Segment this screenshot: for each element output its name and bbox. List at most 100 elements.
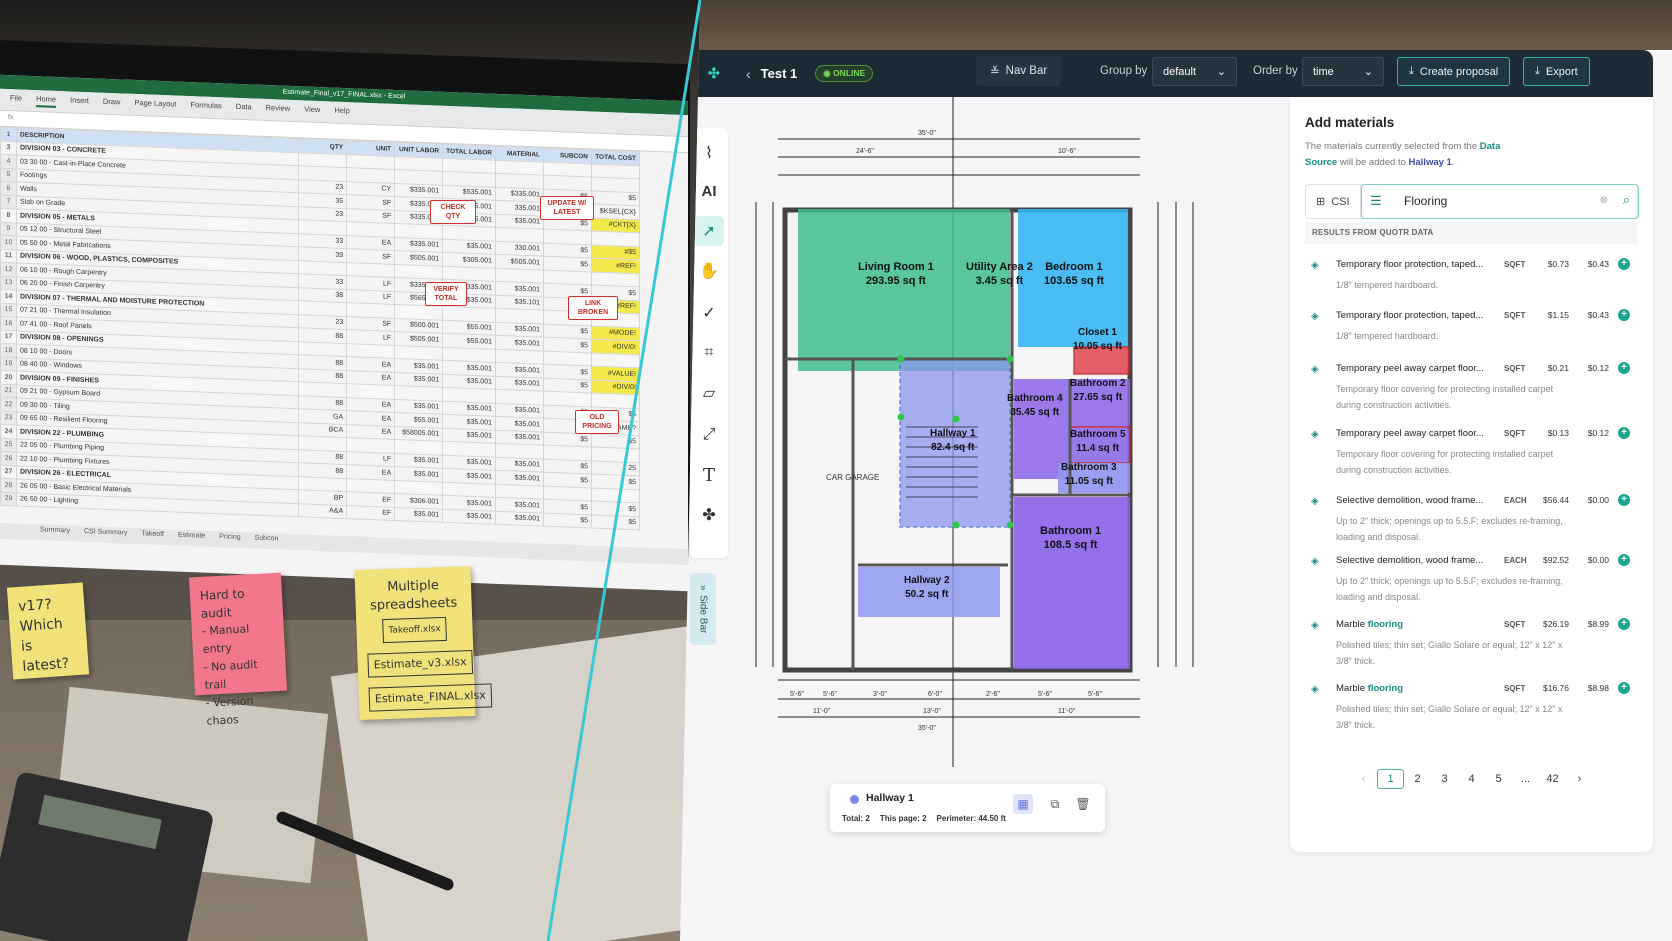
materials-icon[interactable]: ▦ — [1013, 794, 1033, 814]
sticky-note-spreadsheets: Multiple spreadsheets Takeoff.xlsx Estim… — [354, 566, 493, 720]
page-1[interactable]: 1 — [1377, 769, 1404, 789]
check-circle-icon[interactable]: ✓ — [694, 298, 724, 328]
download-icon: ⤓ — [1535, 65, 1540, 77]
callout-old-pricing: OLD PRICING — [575, 410, 619, 434]
row-number: 29 — [0, 491, 17, 506]
next-page-chevron-icon[interactable]: › — [1566, 769, 1593, 789]
csi-toggle[interactable]: ⊞ CSI — [1306, 185, 1361, 218]
page-ellipsis: ... — [1520, 773, 1531, 785]
export-button[interactable]: ⤓ Export — [1523, 57, 1590, 86]
attach-tool-icon[interactable]: ⌇ — [694, 138, 724, 168]
svg-text:3'-0": 3'-0" — [873, 691, 887, 698]
clear-icon[interactable]: ⊗ — [1600, 195, 1608, 206]
row-number: 5 — [0, 167, 17, 182]
scale-arrow-icon[interactable]: ⤢ — [694, 420, 724, 450]
material-name-text: Temporary floor protection, taped... — [1336, 310, 1484, 321]
ai-tool-icon[interactable]: AI — [694, 176, 724, 206]
chevrons-icon: ≚ — [990, 66, 1000, 78]
csi-label: CSI — [1331, 195, 1350, 208]
select-tool-icon[interactable]: ➚ — [694, 216, 724, 246]
search-input[interactable]: ☰ Flooring ⊗ ⌕ — [1361, 184, 1639, 219]
add-material-button[interactable]: + — [1618, 427, 1630, 439]
material-price-labor: $0.00 — [1587, 555, 1609, 565]
copy-icon[interactable]: ⧉ — [1045, 794, 1065, 814]
room-name: Hallway 1 — [930, 428, 976, 439]
row-number: 27 — [0, 464, 17, 479]
add-material-button[interactable]: + — [1618, 682, 1630, 694]
material-price-material: $0.21 — [1547, 363, 1569, 373]
row-number: 8 — [0, 208, 17, 223]
row-number: 4 — [0, 154, 17, 169]
add-material-button[interactable]: + — [1618, 554, 1630, 566]
room-name: Closet 1 — [1078, 327, 1117, 338]
material-name: Selective demolition, wood frame... — [1336, 495, 1501, 506]
page-2[interactable]: 2 — [1404, 769, 1431, 789]
page-3[interactable]: 3 — [1431, 769, 1458, 789]
app-logo-icon[interactable]: ✣ — [708, 65, 728, 82]
add-material-button[interactable]: + — [1618, 494, 1630, 506]
svg-text:5'-6": 5'-6" — [1038, 691, 1052, 698]
text-tool-icon[interactable]: T — [694, 460, 724, 490]
selection-name[interactable]: Hallway 1 — [866, 792, 914, 804]
create-proposal-button[interactable]: ⤓ Create proposal — [1397, 57, 1511, 86]
create-proposal-label: Create proposal — [1419, 65, 1499, 78]
material-price-labor: $0.12 — [1587, 363, 1609, 373]
svg-text:13'-0": 13'-0" — [923, 708, 941, 715]
chevron-down-icon: ⌄ — [1216, 66, 1226, 78]
cell-tot: $5 — [591, 514, 640, 530]
desc-text: The materials currently selected from th… — [1305, 141, 1478, 152]
group-by-value: default — [1163, 65, 1197, 78]
material-icon: ◈ — [1311, 311, 1319, 322]
area-crop-icon[interactable]: ⌗ — [694, 338, 724, 368]
floor-plan-canvas[interactable]: 35'-0" 24'-6" 10'-6" 5'-6" 5'-6" 3'-0" 6'-… — [728, 97, 1288, 797]
pan-hand-icon[interactable]: ✋ — [694, 256, 724, 286]
svg-text:35'-0": 35'-0" — [918, 725, 936, 732]
material-price-labor: $8.99 — [1587, 619, 1609, 629]
cell-unit: EF — [346, 505, 395, 521]
row-number: 26 — [0, 451, 17, 466]
material-icon: ◈ — [1311, 429, 1319, 440]
svg-text:5'-6": 5'-6" — [790, 691, 804, 698]
prev-page-chevron-icon[interactable]: ‹ — [1350, 769, 1377, 789]
material-description: Up to 2" thick; openings up to 5.5.F; ex… — [1336, 576, 1563, 602]
page-42[interactable]: 42 — [1539, 769, 1566, 789]
order-by-select[interactable]: time ⌄ — [1302, 57, 1384, 86]
page-4[interactable]: 4 — [1458, 769, 1485, 789]
page-5[interactable]: 5 — [1485, 769, 1512, 789]
note-file: Takeoff.xlsx — [381, 616, 448, 644]
trash-icon[interactable]: 🗑 — [1073, 794, 1093, 814]
material-price-material: $0.13 — [1547, 428, 1569, 438]
back-chevron-icon[interactable]: ‹ — [746, 66, 751, 82]
room-living-room — [798, 209, 1006, 371]
room-area: 11.05 sq ft — [1064, 476, 1113, 487]
add-material-button[interactable]: + — [1618, 618, 1630, 630]
filter-sliders-icon[interactable]: ☰ — [1370, 193, 1382, 209]
ribbon-tab: Review — [265, 102, 291, 113]
add-material-button[interactable]: + — [1618, 258, 1630, 270]
callout-verify-total: VERIFY TOTAL — [425, 282, 467, 306]
ribbon-tab: View — [304, 104, 321, 115]
svg-text:6'-0": 6'-0" — [928, 691, 942, 698]
panel-title: Add materials — [1305, 115, 1395, 130]
nav-bar-toggle[interactable]: ≚ Nav Bar — [976, 56, 1062, 86]
shape-icon[interactable]: ▱ — [694, 378, 724, 408]
material-icon: ◈ — [1311, 496, 1319, 507]
search-icon[interactable]: ⌕ — [1623, 192, 1630, 208]
add-material-button[interactable]: + — [1618, 309, 1630, 321]
color-swatch[interactable] — [850, 795, 859, 804]
count-tool-icon[interactable]: ✤ — [694, 500, 724, 530]
ribbon-tab: File — [10, 93, 23, 103]
material-name: Selective demolition, wood frame... — [1336, 555, 1501, 566]
row-number: 16 — [0, 316, 17, 331]
material-unit: SQFT — [1504, 620, 1526, 629]
side-bar-tab[interactable]: » Side Bar — [690, 573, 716, 645]
note-title: Hard to audit — [199, 586, 245, 621]
svg-text:11'-0": 11'-0" — [813, 708, 831, 715]
sheet-tab: Pricing — [219, 533, 241, 542]
add-material-button[interactable]: + — [1618, 362, 1630, 374]
group-by-select[interactable]: default ⌄ — [1152, 57, 1237, 86]
material-unit: SQFT — [1504, 429, 1526, 438]
label-bathroom-3: Bathroom 3 11.05 sq ft — [1061, 461, 1117, 489]
car-garage-label: CAR GARAGE — [826, 473, 879, 482]
label-hallway-1: Hallway 1 82.4 sq ft — [930, 427, 976, 455]
